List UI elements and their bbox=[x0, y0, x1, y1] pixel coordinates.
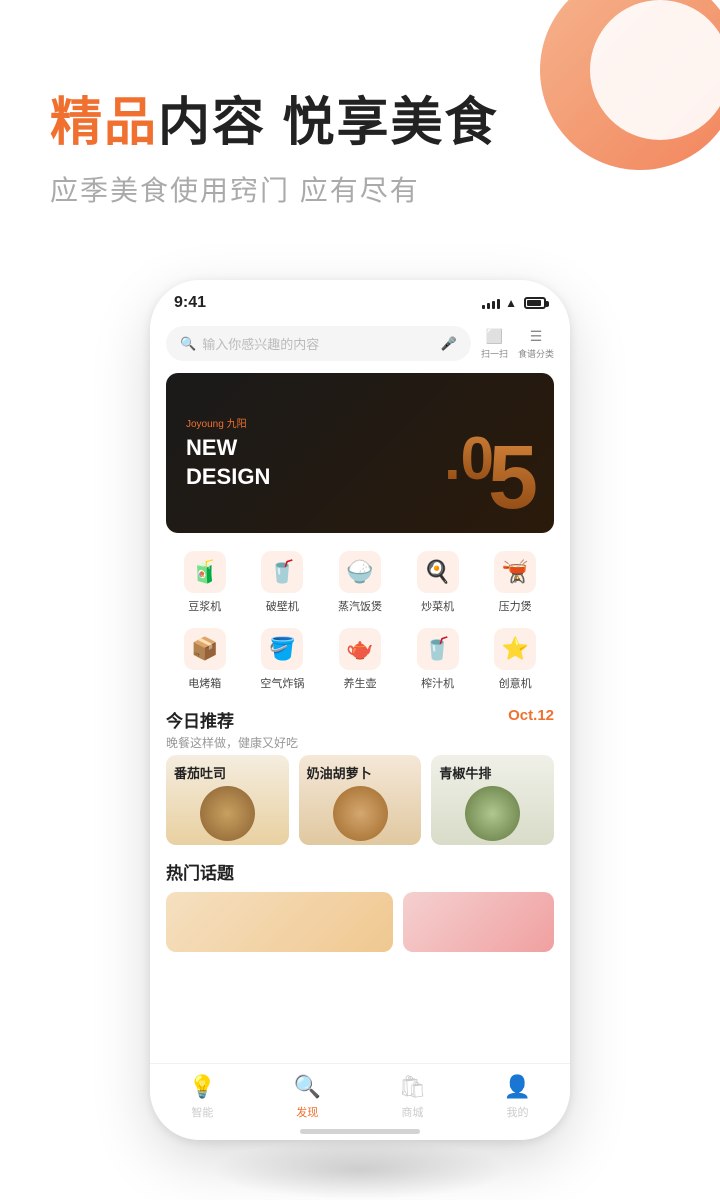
categories-row-1: 🧃 豆浆机 🥤 破壁机 🍚 蒸汽饭煲 🍳 炒菜机 🫕 压力煲 bbox=[166, 551, 554, 614]
pressure-cooker-label: 压力煲 bbox=[499, 598, 532, 614]
categories-section: 🧃 豆浆机 🥤 破壁机 🍚 蒸汽饭煲 🍳 炒菜机 🫕 压力煲 bbox=[150, 537, 570, 697]
juicer-label: 榨汁机 bbox=[421, 675, 454, 691]
search-area: 🔍 输入你感兴趣的内容 🎤 ⬜ 扫一扫 ☰ 食谱分类 bbox=[150, 320, 570, 369]
category-wok[interactable]: 🍳 炒菜机 bbox=[399, 551, 477, 614]
discover-icon: 🔍 bbox=[294, 1074, 321, 1100]
discover-label: 发现 bbox=[296, 1104, 318, 1120]
profile-icon: 👤 bbox=[504, 1074, 531, 1100]
smart-icon: 💡 bbox=[189, 1074, 216, 1100]
category-soymilk[interactable]: 🧃 豆浆机 bbox=[166, 551, 244, 614]
search-placeholder: 输入你感兴趣的内容 bbox=[202, 334, 319, 353]
category-rice-cooker[interactable]: 🍚 蒸汽饭煲 bbox=[321, 551, 399, 614]
creative-label: 创意机 bbox=[499, 675, 532, 691]
shop-icon: 🛍 bbox=[398, 1074, 426, 1100]
promo-banner[interactable]: Joyoung 九阳 NEW DESIGN 5 .0 bbox=[166, 373, 554, 533]
banner-dot: .0 bbox=[444, 424, 494, 493]
status-time: 9:41 bbox=[174, 294, 206, 312]
air-fryer-icon: 🪣 bbox=[261, 628, 303, 670]
rec-card-steak[interactable]: 青椒牛排 bbox=[431, 755, 554, 845]
hero-title: 精品内容 悦享美食 bbox=[50, 80, 670, 155]
rice-cooker-icon: 🍚 bbox=[339, 551, 381, 593]
oven-icon: 📦 bbox=[184, 628, 226, 670]
rice-cooker-label: 蒸汽饭煲 bbox=[338, 598, 382, 614]
status-bar: 9:41 ▲ bbox=[150, 280, 570, 320]
search-actions: ⬜ 扫一扫 bbox=[481, 328, 508, 360]
category-health-pot[interactable]: 🫖 养生壶 bbox=[321, 628, 399, 691]
phone-frame: 9:41 ▲ 🔍 输入你感兴趣的内容 🎤 bbox=[150, 280, 570, 1140]
rec-card-title-3: 青椒牛排 bbox=[439, 763, 491, 782]
categories-row-2: 📦 电烤箱 🪣 空气炸锅 🫖 养生壶 🥤 榨汁机 ⭐ 创意机 bbox=[166, 628, 554, 691]
juicer-icon: 🥤 bbox=[417, 628, 459, 670]
nav-item-profile[interactable]: 👤 我的 bbox=[504, 1074, 531, 1120]
smart-label: 智能 bbox=[191, 1104, 213, 1120]
oven-label: 电烤箱 bbox=[188, 675, 221, 691]
profile-label: 我的 bbox=[507, 1104, 529, 1120]
rec-title: 今日推荐 bbox=[166, 707, 298, 732]
soymilk-icon: 🧃 bbox=[184, 551, 226, 593]
search-icon: 🔍 bbox=[180, 336, 196, 352]
rec-date: Oct.12 bbox=[508, 707, 554, 724]
air-fryer-label: 空气炸锅 bbox=[260, 675, 304, 691]
search-bar[interactable]: 🔍 输入你感兴趣的内容 🎤 bbox=[166, 326, 471, 361]
health-pot-icon: 🫖 bbox=[339, 628, 381, 670]
hero-subtitle: 应季美食使用窍门 应有尽有 bbox=[50, 169, 670, 209]
soymilk-label: 豆浆机 bbox=[188, 598, 221, 614]
hero-section: 精品内容 悦享美食 应季美食使用窍门 应有尽有 bbox=[50, 80, 670, 209]
creative-icon: ⭐ bbox=[494, 628, 536, 670]
battery-icon bbox=[524, 297, 546, 309]
blender-label: 破壁机 bbox=[266, 598, 299, 614]
rec-subtitle: 晚餐这样做，健康又好吃 bbox=[166, 734, 298, 751]
category-air-fryer[interactable]: 🪣 空气炸锅 bbox=[244, 628, 322, 691]
banner-content: Joyoung 九阳 NEW DESIGN bbox=[166, 399, 290, 507]
category-creative[interactable]: ⭐ 创意机 bbox=[476, 628, 554, 691]
category-blender[interactable]: 🥤 破壁机 bbox=[244, 551, 322, 614]
rec-card-title-1: 番茄吐司 bbox=[174, 763, 226, 782]
rec-card-tomato[interactable]: 番茄吐司 bbox=[166, 755, 289, 845]
hot-card-1[interactable] bbox=[166, 892, 393, 952]
rec-cards: 番茄吐司 奶油胡萝卜 青椒牛排 bbox=[166, 755, 554, 845]
rec-card-title-2: 奶油胡萝卜 bbox=[307, 763, 372, 782]
wok-icon: 🍳 bbox=[417, 551, 459, 593]
phone-shadow bbox=[210, 1140, 510, 1200]
banner-title: NEW DESIGN bbox=[186, 434, 270, 491]
hot-topics-section: 热门话题 bbox=[150, 851, 570, 958]
banner-version: 5 bbox=[488, 433, 538, 523]
pressure-cooker-icon: 🫕 bbox=[494, 551, 536, 593]
category-juicer[interactable]: 🥤 榨汁机 bbox=[399, 628, 477, 691]
signal-icon bbox=[482, 297, 500, 309]
home-indicator bbox=[300, 1129, 420, 1134]
nav-item-shop[interactable]: 🛍 商城 bbox=[398, 1074, 426, 1120]
category-oven[interactable]: 📦 电烤箱 bbox=[166, 628, 244, 691]
today-recommendation: 今日推荐 晚餐这样做，健康又好吃 Oct.12 番茄吐司 奶油胡萝卜 bbox=[150, 697, 570, 851]
status-icons: ▲ bbox=[482, 296, 546, 310]
category-pressure-cooker[interactable]: 🫕 压力煲 bbox=[476, 551, 554, 614]
phone-mockup: 9:41 ▲ 🔍 输入你感兴趣的内容 🎤 bbox=[150, 280, 570, 1140]
wifi-icon: ▲ bbox=[505, 296, 517, 310]
rec-header: 今日推荐 晚餐这样做，健康又好吃 Oct.12 bbox=[166, 707, 554, 751]
banner-brand: Joyoung 九阳 bbox=[186, 415, 270, 430]
rec-header-left: 今日推荐 晚餐这样做，健康又好吃 bbox=[166, 707, 298, 751]
hot-topics-title: 热门话题 bbox=[166, 859, 554, 884]
nav-item-discover[interactable]: 🔍 发现 bbox=[294, 1074, 321, 1120]
scan-button[interactable]: ⬜ 扫一扫 bbox=[481, 328, 508, 360]
health-pot-label: 养生壶 bbox=[343, 675, 376, 691]
hot-topic-cards bbox=[166, 892, 554, 952]
hero-title-rest: 内容 悦享美食 bbox=[158, 94, 498, 152]
nav-item-smart[interactable]: 💡 智能 bbox=[189, 1074, 216, 1120]
category-button[interactable]: ☰ 食谱分类 bbox=[518, 328, 554, 360]
hot-card-2[interactable] bbox=[403, 892, 554, 952]
microphone-icon: 🎤 bbox=[441, 336, 457, 352]
hero-title-highlight: 精品 bbox=[50, 94, 158, 152]
rec-card-carrot[interactable]: 奶油胡萝卜 bbox=[299, 755, 422, 845]
blender-icon: 🥤 bbox=[261, 551, 303, 593]
shop-label: 商城 bbox=[401, 1104, 423, 1120]
wok-label: 炒菜机 bbox=[421, 598, 454, 614]
